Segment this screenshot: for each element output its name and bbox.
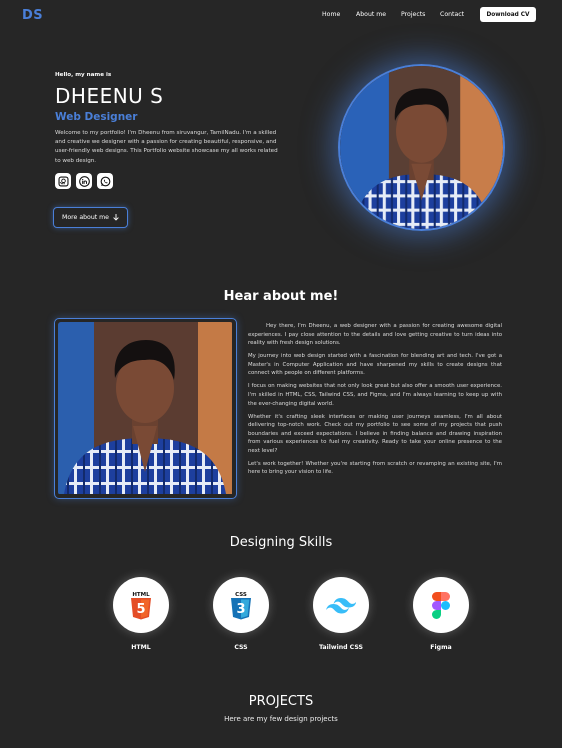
svg-text:CSS: CSS — [235, 592, 247, 598]
projects-heading: PROJECTS — [248, 694, 314, 709]
nav-contact[interactable]: Contact — [440, 11, 464, 18]
hero-role: Web Designer — [55, 111, 138, 123]
skill-figma: Figma — [401, 577, 481, 651]
skill-label: CSS — [234, 644, 248, 651]
more-about-me-button[interactable]: More about me — [53, 207, 128, 228]
figma-icon — [413, 577, 469, 633]
about-paragraph: Let's work together! Whether you're star… — [248, 460, 502, 476]
skills-heading: Designing Skills — [229, 535, 333, 550]
css3-icon: CSS 3 — [213, 577, 269, 633]
about-photo-frame — [54, 318, 237, 499]
skill-label: Tailwind CSS — [319, 644, 363, 651]
html5-icon: HTML 5 — [113, 577, 169, 633]
hero-greeting: Hello, my name is — [55, 72, 112, 78]
about-paragraph: Hey there, I'm Dheenu, a web designer wi… — [248, 323, 502, 347]
about-paragraph: My journey into web design started with … — [248, 353, 502, 377]
nav-projects[interactable]: Projects — [401, 11, 425, 18]
arrow-down-icon — [113, 214, 119, 221]
whatsapp-icon[interactable] — [97, 173, 113, 189]
site-logo[interactable]: DS — [22, 8, 43, 23]
tailwind-icon — [313, 577, 369, 633]
about-paragraph: Whether it's crafting sleek interfaces o… — [248, 413, 502, 454]
profile-photo-circle — [338, 64, 505, 231]
projects-subtitle: Here are my few design projects — [224, 715, 338, 723]
skill-tailwind: Tailwind CSS — [301, 577, 381, 651]
skill-label: Figma — [430, 644, 452, 651]
more-about-me-label: More about me — [62, 214, 109, 221]
nav-home[interactable]: Home — [322, 11, 340, 18]
svg-text:5: 5 — [136, 602, 145, 617]
skill-css: CSS 3 CSS — [201, 577, 281, 651]
hero-intro: Welcome to my portfolio! I'm Dheenu from… — [55, 130, 278, 164]
about-heading: Hear about me! — [223, 289, 339, 304]
skill-html: HTML 5 HTML — [101, 577, 181, 651]
svg-text:3: 3 — [236, 602, 245, 617]
linkedin-icon[interactable] — [76, 173, 92, 189]
github-icon[interactable] — [55, 173, 71, 189]
svg-text:HTML: HTML — [132, 592, 150, 598]
about-paragraph: I focus on making websites that not only… — [248, 383, 502, 407]
skill-label: HTML — [131, 644, 151, 651]
nav-about[interactable]: About me — [356, 11, 386, 18]
hero-name: DHEENU S — [55, 84, 164, 108]
download-cv-button[interactable]: Download CV — [480, 7, 536, 22]
about-text: Hey there, I'm Dheenu, a web designer wi… — [248, 322, 502, 481]
